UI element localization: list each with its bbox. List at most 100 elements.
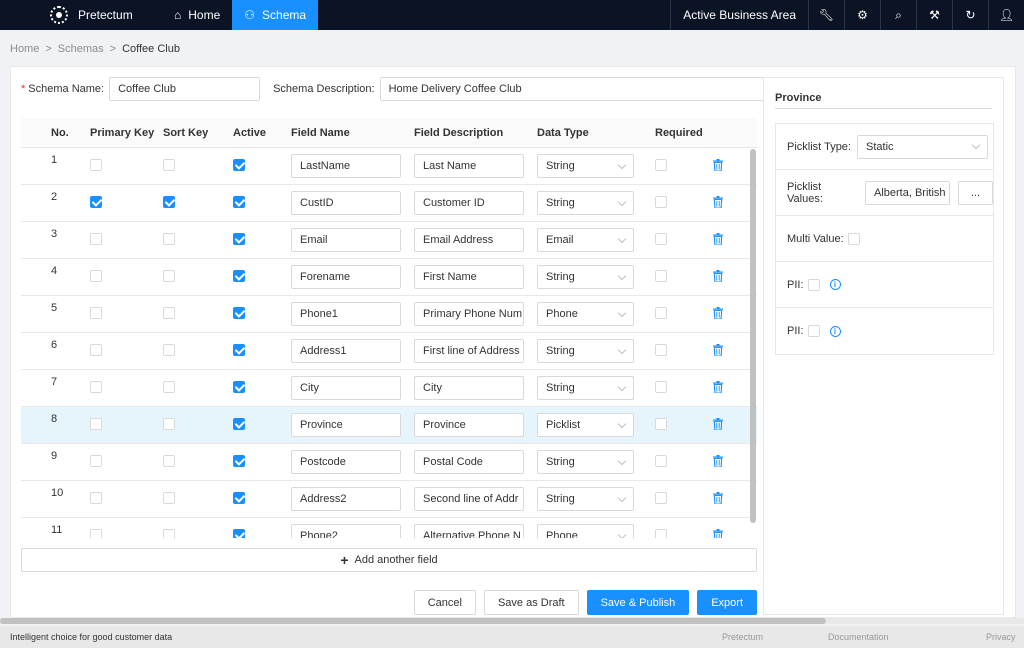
field-name-input[interactable]: City: [291, 376, 401, 400]
field-name-input[interactable]: Province: [291, 413, 401, 437]
footer-link-pretectum[interactable]: Pretectum: [722, 632, 828, 642]
pii-checkbox[interactable]: [807, 278, 820, 291]
primary-key-checkbox[interactable]: [90, 491, 102, 504]
table-row[interactable]: 6 Address1 First line of Address String: [21, 333, 757, 370]
field-name-input[interactable]: Postcode: [291, 450, 401, 474]
field-description-input[interactable]: Province: [414, 413, 524, 437]
nav-schema[interactable]: ⚇ Schema: [232, 0, 319, 30]
field-description-input[interactable]: Alternative Phone N: [414, 524, 524, 538]
delete-icon[interactable]: [713, 491, 723, 504]
active-checkbox[interactable]: [233, 454, 245, 467]
primary-key-checkbox[interactable]: [90, 380, 102, 393]
primary-key-checkbox[interactable]: [90, 306, 102, 319]
field-name-input[interactable]: Email: [291, 228, 401, 252]
required-checkbox[interactable]: [655, 158, 667, 171]
field-description-input[interactable]: Second line of Addr: [414, 487, 524, 511]
field-description-input[interactable]: Email Address: [414, 228, 524, 252]
data-type-select[interactable]: Email: [537, 228, 634, 252]
delete-icon[interactable]: [713, 269, 723, 282]
required-checkbox[interactable]: [655, 343, 667, 356]
sort-key-checkbox[interactable]: [163, 343, 175, 356]
required-checkbox[interactable]: [655, 232, 667, 245]
table-row[interactable]: 1 LastName Last Name String: [21, 148, 757, 185]
field-name-input[interactable]: LastName: [291, 154, 401, 178]
active-checkbox[interactable]: [233, 158, 245, 171]
table-row[interactable]: 2 CustID Customer ID String: [21, 185, 757, 222]
schema-description-input[interactable]: Home Delivery Coffee Club: [379, 77, 765, 101]
primary-key-checkbox[interactable]: [90, 158, 102, 171]
data-type-select[interactable]: String: [537, 154, 634, 178]
sort-key-checkbox[interactable]: [163, 454, 175, 467]
breadcrumb-home[interactable]: Home: [10, 43, 39, 55]
picklist-values-input[interactable]: Alberta, British: [864, 180, 950, 205]
sort-key-checkbox[interactable]: [163, 195, 175, 208]
delete-icon[interactable]: [713, 417, 723, 430]
refresh-icon[interactable]: ↻: [952, 0, 988, 30]
required-checkbox[interactable]: [655, 306, 667, 319]
schema-name-input[interactable]: Coffee Club: [109, 77, 261, 101]
primary-key-checkbox[interactable]: [90, 343, 102, 356]
pii-checkbox[interactable]: [807, 325, 820, 337]
active-checkbox[interactable]: [233, 417, 245, 430]
field-name-input[interactable]: Address2: [291, 487, 401, 511]
primary-key-checkbox[interactable]: [90, 417, 102, 430]
info-icon[interactable]: i: [829, 325, 841, 337]
field-name-input[interactable]: Address1: [291, 339, 401, 363]
footer-link-privacy[interactable]: Privacy: [986, 632, 1016, 642]
sort-key-checkbox[interactable]: [163, 528, 175, 538]
brand[interactable]: Pretectum: [38, 0, 162, 30]
info-icon[interactable]: i: [829, 279, 841, 290]
primary-key-checkbox[interactable]: [90, 269, 102, 282]
data-type-select[interactable]: String: [537, 376, 634, 400]
table-scrollbar[interactable]: [750, 149, 756, 523]
field-description-input[interactable]: City: [414, 376, 524, 400]
horizontal-scrollbar[interactable]: [0, 618, 826, 624]
sort-key-checkbox[interactable]: [163, 380, 175, 393]
save-publish-button[interactable]: Save & Publish: [586, 590, 690, 615]
field-description-input[interactable]: Customer ID: [414, 191, 524, 215]
active-checkbox[interactable]: [233, 343, 245, 356]
breadcrumb-schemas[interactable]: Schemas: [58, 43, 104, 55]
add-field-button[interactable]: + Add another field: [21, 548, 757, 572]
footer-link-documentation[interactable]: Documentation: [828, 632, 986, 642]
data-type-select[interactable]: String: [537, 191, 634, 215]
sort-key-checkbox[interactable]: [163, 232, 175, 245]
nav-home[interactable]: ⌂ Home: [162, 0, 232, 30]
export-button[interactable]: Export: [697, 590, 757, 615]
hammer-icon[interactable]: ⚒: [916, 0, 952, 30]
multi-value-checkbox[interactable]: [847, 232, 860, 245]
delete-icon[interactable]: [713, 232, 723, 245]
required-checkbox[interactable]: [655, 491, 667, 504]
table-row[interactable]: 10 Address2 Second line of Addr String: [21, 481, 757, 518]
field-name-input[interactable]: Forename: [291, 265, 401, 289]
wrench-icon[interactable]: 🔧︎: [808, 0, 844, 30]
delete-icon[interactable]: [713, 306, 723, 319]
data-type-select[interactable]: Picklist: [537, 413, 634, 437]
field-description-input[interactable]: Primary Phone Num: [414, 302, 524, 326]
delete-icon[interactable]: [713, 343, 723, 356]
sort-key-checkbox[interactable]: [163, 269, 175, 282]
table-row[interactable]: 5 Phone1 Primary Phone Num Phone: [21, 296, 757, 333]
active-checkbox[interactable]: [233, 232, 245, 245]
data-type-select[interactable]: String: [537, 487, 634, 511]
picklist-type-select[interactable]: Static: [857, 134, 988, 159]
primary-key-checkbox[interactable]: [90, 195, 102, 208]
delete-icon[interactable]: [713, 158, 723, 171]
sort-key-checkbox[interactable]: [163, 158, 175, 171]
required-checkbox[interactable]: [655, 528, 667, 538]
active-checkbox[interactable]: [233, 306, 245, 319]
table-row[interactable]: 9 Postcode Postal Code String: [21, 444, 757, 481]
field-description-input[interactable]: Postal Code: [414, 450, 524, 474]
required-checkbox[interactable]: [655, 195, 667, 208]
active-checkbox[interactable]: [233, 491, 245, 504]
table-row[interactable]: 7 City City String: [21, 370, 757, 407]
sort-key-checkbox[interactable]: [163, 306, 175, 319]
settings-icon[interactable]: ⚙: [844, 0, 880, 30]
field-description-input[interactable]: Last Name: [414, 154, 524, 178]
field-name-input[interactable]: Phone2: [291, 524, 401, 538]
delete-icon[interactable]: [713, 528, 723, 538]
field-description-input[interactable]: First Name: [414, 265, 524, 289]
table-row[interactable]: 3 Email Email Address Email: [21, 222, 757, 259]
data-type-select[interactable]: Phone: [537, 302, 634, 326]
required-checkbox[interactable]: [655, 380, 667, 393]
